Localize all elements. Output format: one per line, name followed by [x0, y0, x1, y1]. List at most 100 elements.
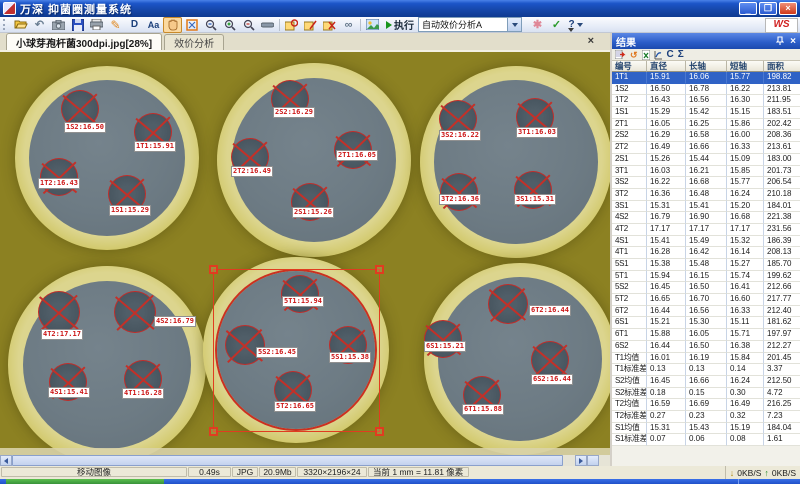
table-cell: S1标准差	[612, 434, 647, 446]
horizontal-scrollbar[interactable]	[0, 455, 610, 466]
table-row[interactable]: 6T115.8816.0515.71197.97	[612, 329, 800, 341]
pin-icon[interactable]	[776, 36, 784, 46]
table-row[interactable]: T2标准差0.270.230.327.23	[612, 411, 800, 423]
tab-close-icon[interactable]: ×	[588, 36, 594, 47]
table-row[interactable]: 2S115.2615.4415.09183.00	[612, 154, 800, 166]
print-icon[interactable]	[87, 17, 106, 33]
table-row[interactable]: 5T115.9416.1515.74199.62	[612, 271, 800, 283]
zoom-select-icon[interactable]	[201, 17, 220, 33]
panel-close-icon[interactable]: ×	[790, 36, 796, 47]
undo-icon[interactable]: ↶	[30, 17, 49, 33]
selection-box[interactable]	[213, 269, 380, 432]
refresh-results-icon[interactable]: ↺	[630, 50, 638, 60]
selection-handle[interactable]	[209, 427, 218, 436]
chart-icon[interactable]	[654, 50, 663, 60]
cancel-icon[interactable]: ✱	[528, 17, 547, 33]
capture-icon[interactable]	[49, 17, 68, 33]
column-header-id[interactable]: 编号	[612, 61, 647, 72]
table-row[interactable]: 2T216.4916.6616.33213.61	[612, 142, 800, 154]
table-row[interactable]: T1标准差0.130.130.143.37	[612, 364, 800, 376]
link-icon[interactable]: ∞	[339, 17, 358, 33]
image-area[interactable]: 1S2:16.501T1:15.911T2:16.431S1:15.292S2:…	[0, 50, 610, 455]
scroll-right-icon[interactable]	[575, 455, 587, 466]
table-row[interactable]: 1S216.5016.7816.22213.81	[612, 84, 800, 96]
table-cell: 16.79	[647, 212, 686, 224]
table-row[interactable]: 6S216.4416.5016.38212.27	[612, 341, 800, 353]
annotate-add-icon[interactable]	[282, 17, 301, 33]
toolbar-grip[interactable]	[3, 19, 8, 30]
inhibition-zone[interactable]	[114, 291, 156, 333]
selection-handle[interactable]	[209, 265, 218, 274]
column-header-major-axis[interactable]: 长轴	[686, 61, 727, 72]
analysis-mode-combobox[interactable]: 自动效价分析A	[418, 17, 522, 32]
column-header-minor-axis[interactable]: 短轴	[727, 61, 764, 72]
selection-handle[interactable]	[375, 427, 384, 436]
shape-tool-icon[interactable]: D	[125, 17, 144, 33]
table-row[interactable]: 3S216.2216.6815.77206.54	[612, 177, 800, 189]
inhibition-zone[interactable]	[424, 320, 462, 358]
tab-potency-analysis[interactable]: 效价分析	[164, 34, 224, 50]
table-row[interactable]: 5T216.6516.7016.60217.77	[612, 294, 800, 306]
table-row[interactable]: 4S115.4115.4915.32186.39	[612, 236, 800, 248]
zoom-out-icon[interactable]	[239, 17, 258, 33]
inhibition-zone[interactable]	[488, 284, 528, 324]
selection-handle[interactable]	[375, 265, 384, 274]
table-row[interactable]: 4T217.1717.1717.17231.56	[612, 224, 800, 236]
table-row[interactable]: 2S216.2916.5816.00208.36	[612, 130, 800, 142]
table-row[interactable]: 3T116.0316.2115.85201.73	[612, 166, 800, 178]
process-image-icon[interactable]	[363, 17, 382, 33]
petri-dish[interactable]	[15, 66, 199, 250]
petri-dish[interactable]	[420, 66, 610, 258]
zoom-in-icon[interactable]	[220, 17, 239, 33]
table-row[interactable]: 3T216.3616.4816.24210.18	[612, 189, 800, 201]
annotate-delete-icon[interactable]	[320, 17, 339, 33]
pick-tool-icon[interactable]	[258, 17, 277, 33]
confirm-icon[interactable]: ✓	[547, 17, 566, 33]
close-button[interactable]: ×	[779, 2, 797, 15]
annotate-edit-icon[interactable]	[301, 17, 320, 33]
inhibition-zone[interactable]	[38, 291, 80, 333]
table-row[interactable]: 1T115.9116.0615.77198.82	[612, 72, 800, 84]
petri-dish[interactable]	[8, 266, 206, 455]
minimize-button[interactable]: _	[739, 2, 757, 15]
restore-button[interactable]: ❐	[759, 2, 777, 15]
tab-image-file[interactable]: 小球芽孢杆菌300dpi.jpg[28%]	[6, 33, 162, 50]
table-row[interactable]: 5S216.4516.5016.41212.66	[612, 282, 800, 294]
pan-tool-icon[interactable]	[163, 17, 182, 33]
scroll-left-icon[interactable]	[0, 455, 12, 466]
table-row[interactable]: 4S216.7916.9016.68221.38	[612, 212, 800, 224]
table-row[interactable]: 1T216.4316.5616.30211.95	[612, 95, 800, 107]
column-header-area[interactable]: 面积	[764, 61, 800, 72]
table-row[interactable]: 4T116.2816.4216.14208.13	[612, 247, 800, 259]
table-row[interactable]: S1均值15.3115.4315.19184.04	[612, 423, 800, 435]
table-row[interactable]: T1均值16.0116.1915.84201.45	[612, 353, 800, 365]
table-row[interactable]: 6T216.4416.5616.33212.40	[612, 306, 800, 318]
table-row[interactable]: S1标准差0.070.060.081.61	[612, 434, 800, 446]
combo-dropdown-icon[interactable]	[507, 18, 521, 31]
inhibition-zone[interactable]	[40, 158, 78, 196]
excel-export-icon[interactable]	[642, 50, 650, 60]
inhibition-zone[interactable]	[440, 173, 478, 211]
tab-list-dropdown-icon[interactable]	[568, 32, 574, 50]
scrollbar-thumb[interactable]	[12, 455, 563, 466]
text-tool-icon[interactable]: Aa	[144, 17, 163, 33]
export-results-icon[interactable]	[615, 50, 626, 59]
run-button[interactable]: 执行	[382, 18, 418, 32]
open-file-icon[interactable]	[11, 17, 30, 33]
zoom-fit-icon[interactable]	[182, 17, 201, 33]
table-row[interactable]: 6S115.2115.3015.11181.62	[612, 317, 800, 329]
table-row[interactable]: S2均值16.4516.6616.24212.50	[612, 376, 800, 388]
status-mode: 移动图像	[1, 467, 187, 477]
table-row[interactable]: 2T116.0516.2515.86202.42	[612, 119, 800, 131]
save-icon[interactable]	[68, 17, 87, 33]
table-cell: 16.50	[647, 84, 686, 96]
table-row[interactable]: 1S115.2915.4215.15183.51	[612, 107, 800, 119]
sum-button[interactable]: Σ	[678, 50, 684, 60]
table-row[interactable]: 5S115.3815.4815.27185.70	[612, 259, 800, 271]
pencil-icon[interactable]: ✎	[106, 17, 125, 33]
table-row[interactable]: T2均值16.5916.6916.49216.25	[612, 399, 800, 411]
calibrate-button[interactable]: C	[667, 50, 674, 60]
table-row[interactable]: S2标准差0.180.150.304.72	[612, 388, 800, 400]
column-header-diameter[interactable]: 直径	[647, 61, 686, 72]
table-row[interactable]: 3S115.3115.4115.20184.01	[612, 201, 800, 213]
